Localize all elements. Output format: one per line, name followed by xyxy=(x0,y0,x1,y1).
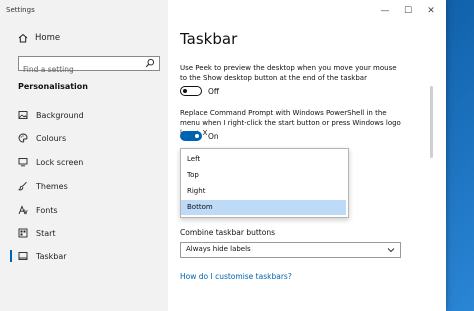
peek-toggle-label: Off xyxy=(208,87,220,96)
selected-indicator xyxy=(10,250,12,262)
dropdown-option-bottom[interactable]: Bottom xyxy=(181,200,346,215)
combine-buttons-select[interactable]: Always hide labels xyxy=(180,242,401,258)
help-link[interactable]: How do I customise taskbars? xyxy=(180,272,292,281)
dropdown-option-right[interactable]: Right xyxy=(181,184,346,199)
sidebar-item-label: Themes xyxy=(36,181,68,191)
combine-value: Always hide labels xyxy=(186,245,251,253)
brush-icon xyxy=(18,181,28,191)
sidebar-item-label: Start xyxy=(36,228,56,238)
search-box[interactable] xyxy=(18,56,160,76)
dropdown-option-left[interactable]: Left xyxy=(181,152,346,167)
main-content: Taskbar Use Peek to preview the desktop … xyxy=(168,0,446,311)
taskbar-location-dropdown[interactable]: Left Top Right Bottom xyxy=(180,148,349,218)
taskbar-icon xyxy=(18,251,28,261)
peek-description: Use Peek to preview the desktop when you… xyxy=(180,64,397,82)
palette-icon xyxy=(18,133,28,143)
sidebar-item-start[interactable]: Start xyxy=(18,226,56,240)
sidebar-item-lock-screen[interactable]: Lock screen xyxy=(18,155,83,169)
home-nav-item[interactable]: Home xyxy=(18,33,60,43)
sidebar-item-label: Background xyxy=(36,110,84,120)
powershell-toggle[interactable] xyxy=(180,131,202,141)
sidebar-item-background[interactable]: Background xyxy=(18,108,84,122)
settings-window: Settings Home Personalisation Background xyxy=(0,0,446,311)
sidebar-item-label: Fonts xyxy=(36,205,58,215)
sidebar-item-themes[interactable]: Themes xyxy=(18,179,68,193)
dropdown-option-top[interactable]: Top xyxy=(181,168,346,183)
section-heading: Personalisation xyxy=(18,82,88,91)
chevron-down-icon xyxy=(387,248,395,253)
scrollbar[interactable] xyxy=(430,86,433,158)
monitor-icon xyxy=(18,157,28,167)
sidebar-item-colours[interactable]: Colours xyxy=(18,131,66,145)
powershell-toggle-label: On xyxy=(208,132,219,141)
home-icon xyxy=(18,33,28,43)
sidebar: Settings Home Personalisation Background xyxy=(0,0,168,311)
search-input[interactable] xyxy=(19,63,141,76)
peek-toggle[interactable] xyxy=(180,86,202,96)
home-label: Home xyxy=(35,33,61,43)
start-icon xyxy=(18,228,28,238)
sidebar-item-fonts[interactable]: Fonts xyxy=(18,203,58,217)
image-icon xyxy=(18,110,28,120)
window-title: Settings xyxy=(6,6,35,14)
sidebar-item-taskbar[interactable]: Taskbar xyxy=(18,249,67,263)
sidebar-item-label: Lock screen xyxy=(36,157,84,167)
sidebar-item-label: Taskbar xyxy=(36,251,67,261)
search-icon[interactable] xyxy=(145,58,155,68)
font-icon xyxy=(18,205,28,215)
combine-label: Combine taskbar buttons xyxy=(180,228,275,237)
sidebar-item-label: Colours xyxy=(36,133,67,143)
page-title: Taskbar xyxy=(180,30,238,48)
toggle-knob xyxy=(195,134,199,138)
toggle-knob xyxy=(183,88,187,93)
